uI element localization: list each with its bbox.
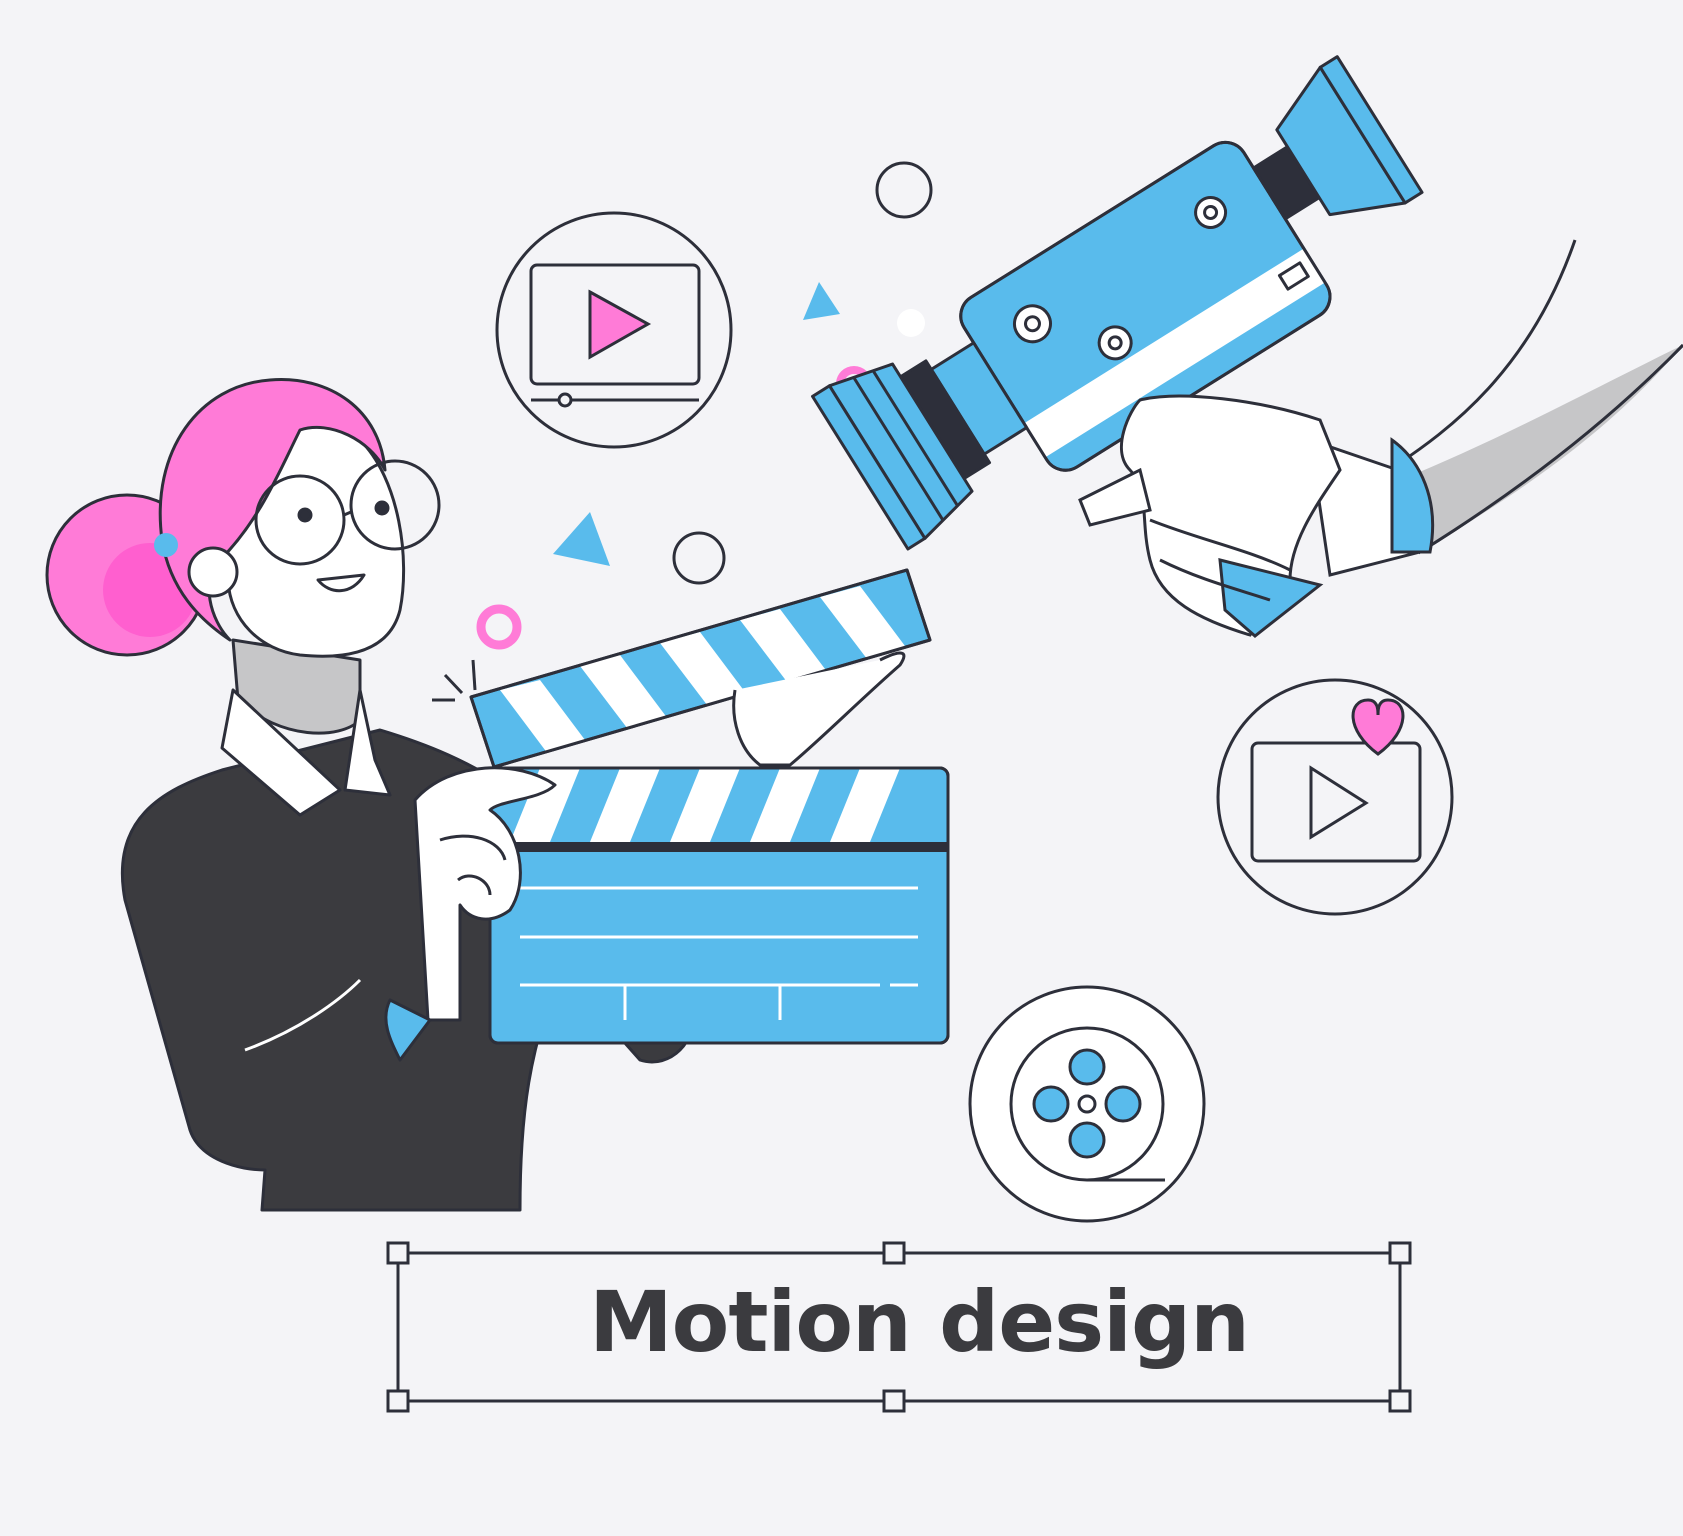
pink-ring <box>476 604 522 650</box>
film-reel-icon <box>968 985 1206 1223</box>
right-arm <box>1308 239 1683 577</box>
video-heart-icon <box>1216 678 1454 916</box>
caption-title: Motion design <box>589 1273 1250 1371</box>
outline-circle <box>672 531 726 585</box>
white-dot <box>897 309 925 337</box>
outline-circle <box>875 161 933 219</box>
blue-triangle <box>553 512 610 566</box>
video-player-icon <box>495 211 733 449</box>
blue-triangle <box>803 282 840 320</box>
